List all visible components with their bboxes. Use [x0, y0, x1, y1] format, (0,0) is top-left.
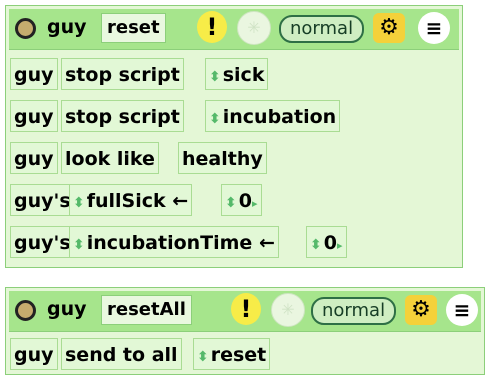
value-arrow-icon[interactable]: ▸: [252, 197, 258, 210]
value: 0: [238, 190, 252, 212]
script-resetall: guy resetAll ! ✳ normal ⚙ ≡ guy send to …: [5, 287, 485, 375]
player-tile[interactable]: guy: [10, 338, 58, 370]
arrows-icon[interactable]: ⬍: [197, 349, 211, 365]
object-name: guy: [47, 16, 87, 38]
argument-value: sick: [222, 64, 265, 86]
install-icon[interactable]: ⚙: [373, 13, 405, 43]
argument-tile[interactable]: ⬍ reset: [193, 338, 271, 370]
script-header: guy reset ! ✳ normal ⚙ ≡: [9, 9, 459, 50]
arrows-icon[interactable]: ⬍: [225, 195, 239, 211]
value: 0: [323, 232, 337, 254]
script-name-field[interactable]: resetAll: [101, 295, 192, 325]
arrows-icon[interactable]: ⬍: [73, 237, 87, 253]
player-tile[interactable]: guy's: [10, 184, 75, 216]
assign-arrow-icon: ←: [258, 232, 275, 254]
command-tile[interactable]: look like: [61, 142, 159, 174]
arrows-icon[interactable]: ⬍: [209, 69, 223, 85]
menu-icon[interactable]: ≡: [418, 12, 450, 44]
variable-name: incubationTime: [86, 232, 253, 254]
clock-icon[interactable]: ✳: [237, 11, 271, 45]
variable-name: fullSick: [86, 190, 166, 212]
menu-icon[interactable]: ≡: [446, 294, 478, 326]
argument-tile[interactable]: ⬍ incubation: [205, 100, 341, 132]
status-toggle[interactable]: normal: [311, 297, 397, 325]
variable-tile[interactable]: ⬍ fullSick ←: [69, 184, 193, 216]
value-tile[interactable]: ⬍ 0▸: [221, 184, 262, 216]
warning-icon[interactable]: !: [197, 11, 227, 43]
player-tile[interactable]: guy's: [10, 226, 75, 258]
value-tile[interactable]: ⬍ 0▸: [306, 226, 347, 258]
collapse-button[interactable]: [15, 300, 36, 321]
collapse-button[interactable]: [15, 18, 36, 39]
command-tile[interactable]: stop script: [61, 100, 184, 132]
player-tile[interactable]: guy: [10, 100, 58, 132]
variable-tile[interactable]: ⬍ incubationTime ←: [69, 226, 279, 258]
clock-icon[interactable]: ✳: [271, 293, 305, 327]
status-toggle[interactable]: normal: [279, 15, 365, 43]
argument-tile[interactable]: healthy: [178, 142, 267, 174]
arrows-icon[interactable]: ⬍: [73, 195, 87, 211]
command-tile[interactable]: stop script: [61, 58, 184, 90]
assign-arrow-icon: ←: [172, 190, 189, 212]
player-tile[interactable]: guy: [10, 142, 58, 174]
object-name: guy: [47, 298, 87, 320]
install-icon[interactable]: ⚙: [405, 295, 437, 325]
command-tile[interactable]: send to all: [61, 338, 182, 370]
arrows-icon[interactable]: ⬍: [209, 111, 223, 127]
value-arrow-icon[interactable]: ▸: [337, 239, 343, 252]
script-header: guy resetAll ! ✳ normal ⚙ ≡: [9, 291, 481, 332]
argument-value: reset: [210, 344, 267, 366]
warning-icon[interactable]: !: [231, 293, 261, 325]
player-tile[interactable]: guy: [10, 58, 58, 90]
script-name-field[interactable]: reset: [101, 13, 166, 43]
argument-tile[interactable]: ⬍ sick: [205, 58, 269, 90]
script-reset: guy reset ! ✳ normal ⚙ ≡ guy stop script…: [5, 5, 463, 268]
arrows-icon[interactable]: ⬍: [310, 237, 324, 253]
argument-value: incubation: [222, 106, 337, 128]
